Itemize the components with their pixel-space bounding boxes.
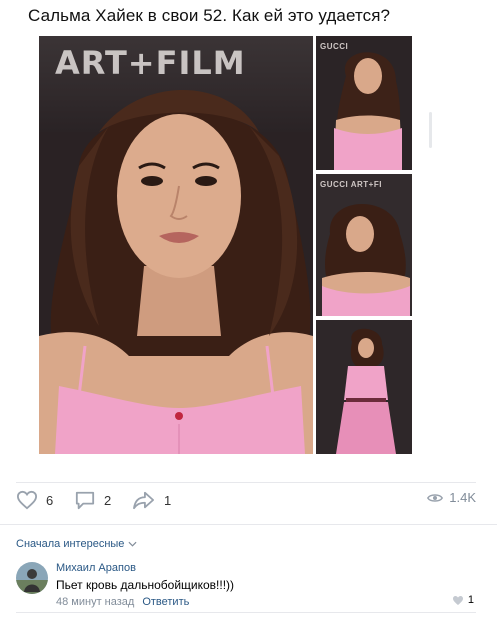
reply-button[interactable]: Ответить (142, 596, 189, 608)
like-button[interactable]: 6 (16, 490, 53, 510)
views-count: 1.4K (449, 490, 476, 505)
share-count: 1 (164, 492, 172, 508)
comment-author[interactable]: Михаил Арапов (56, 562, 136, 574)
thumbnail-photo-3[interactable] (316, 320, 412, 454)
share-icon (133, 491, 154, 510)
sort-label: Сначала интересные (16, 538, 125, 550)
chevron-down-icon (128, 541, 137, 547)
heart-icon (16, 490, 38, 510)
views-counter: 1.4K (427, 490, 476, 505)
avatar[interactable] (16, 562, 48, 594)
heart-icon (452, 595, 463, 605)
comment-like-count: 1 (467, 594, 474, 606)
thumbnail-photo-2[interactable]: GUCCI ART+FI (316, 174, 412, 316)
avatar-image (16, 562, 48, 594)
divider (0, 524, 497, 525)
thumbnail-photo-1[interactable]: GUCCI (316, 36, 412, 170)
portrait-illustration (39, 90, 313, 454)
photo-gallery: ART+FILM GUCCI GUCCI ART+FI (39, 36, 412, 454)
share-button[interactable]: 1 (132, 490, 171, 510)
comment-text: Пьет кровь дальнобойщиков!!!)) (56, 578, 235, 592)
post-title: Сальма Хайек в свои 52. Как ей это удает… (28, 6, 391, 25)
comments-sort-toggle[interactable]: Сначала интересные (16, 538, 137, 550)
divider (16, 482, 476, 483)
thumbnail-illustration-3 (336, 328, 396, 454)
divider (16, 612, 476, 613)
comment-button[interactable]: 2 (74, 490, 111, 510)
like-count: 6 (46, 492, 54, 508)
comment-time[interactable]: 48 минут назад (56, 596, 134, 608)
thumbnail-illustration-1 (334, 52, 402, 170)
comment-like-button[interactable]: 1 (452, 594, 474, 606)
post-actions: 6 2 1 1.4K (16, 490, 476, 514)
scrollbar[interactable] (429, 112, 432, 148)
comment-meta: 48 минут назад Ответить (56, 596, 189, 608)
eye-icon (427, 493, 444, 502)
comment-icon (75, 491, 95, 510)
comment-count: 2 (104, 492, 112, 508)
main-photo[interactable]: ART+FILM (39, 36, 313, 454)
thumbnail-illustration-2 (322, 204, 410, 316)
